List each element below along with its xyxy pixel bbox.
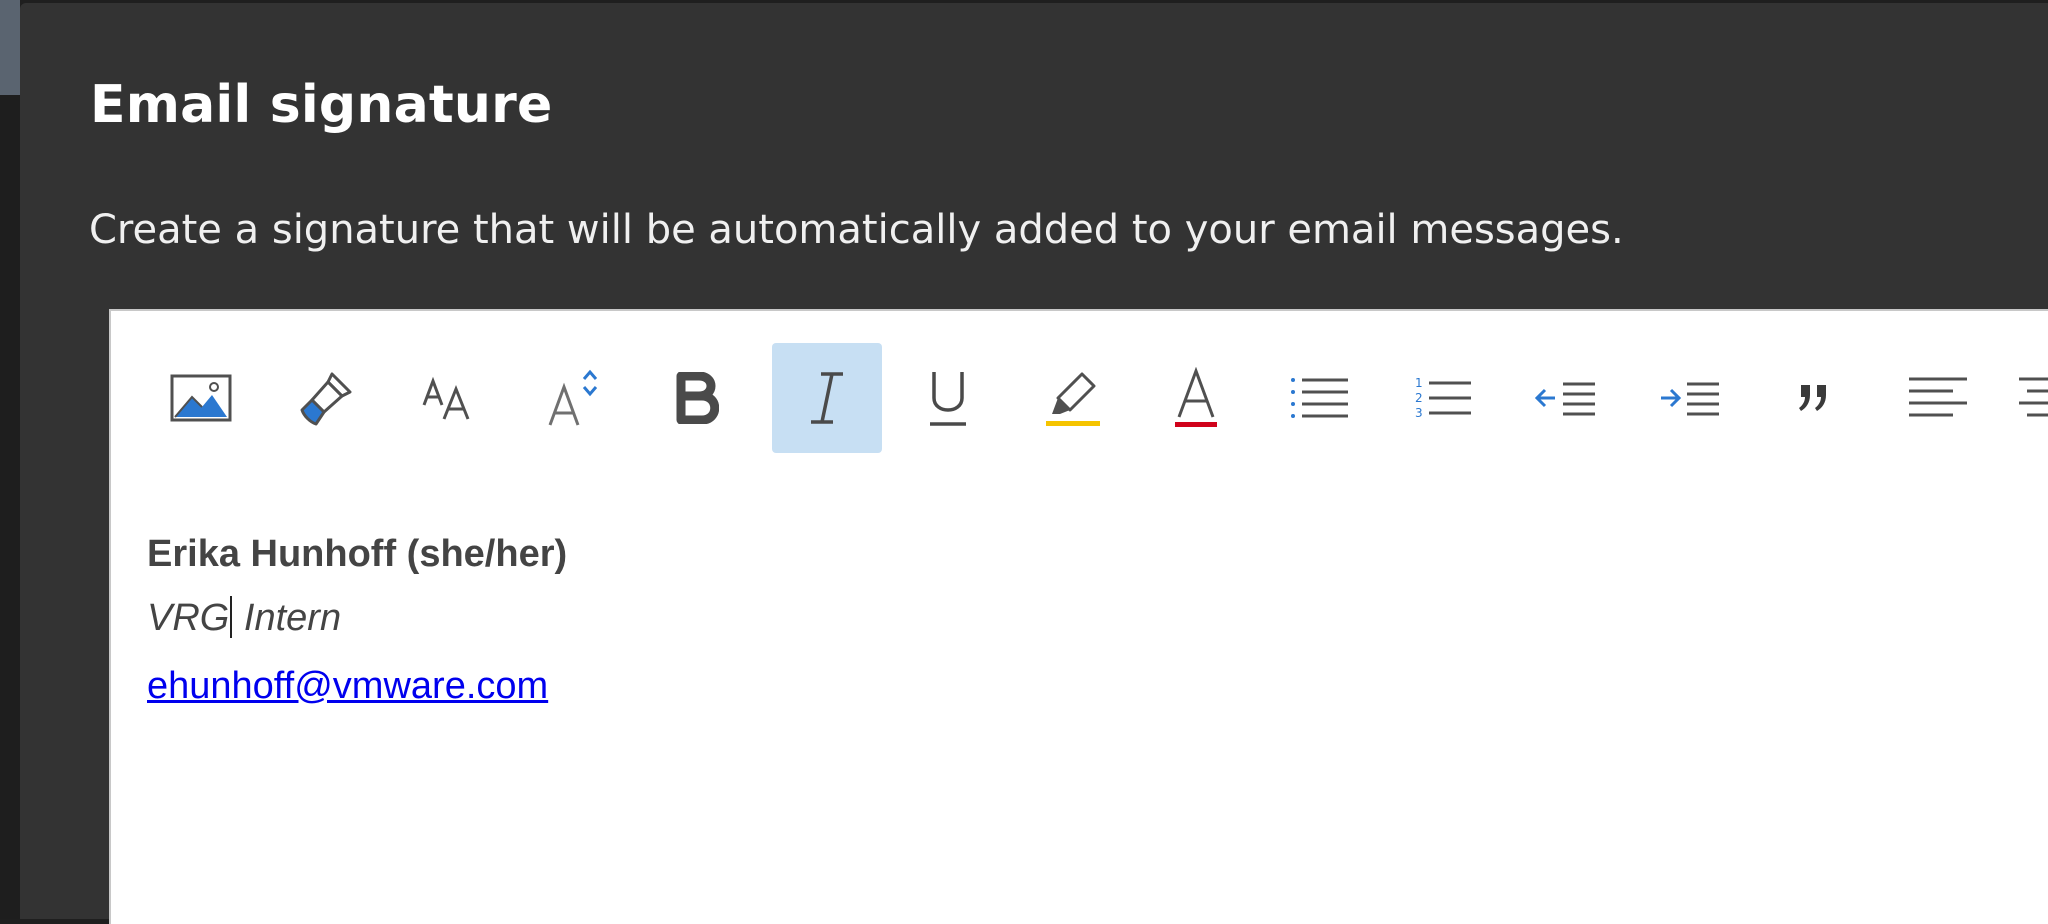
quote-icon xyxy=(1797,383,1831,413)
bold-button[interactable] xyxy=(642,343,752,453)
background-window-accent xyxy=(0,0,20,95)
formatting-toolbar: 1 2 3 xyxy=(111,311,2048,453)
picture-icon xyxy=(170,373,232,423)
dialog-description: Create a signature that will be automati… xyxy=(89,207,1624,253)
dialog-title: Email signature xyxy=(90,75,553,135)
paintbrush-icon xyxy=(294,368,356,428)
bold-icon xyxy=(675,372,719,424)
signature-role-prefix: VRG xyxy=(147,597,230,639)
quote-button[interactable] xyxy=(1759,343,1869,453)
font-size-button[interactable] xyxy=(518,343,628,453)
bullets-icon xyxy=(1290,377,1350,419)
align-center-icon xyxy=(2017,376,2048,420)
numbering-icon: 1 2 3 xyxy=(1415,375,1473,421)
signature-email-link[interactable]: ehunhoff@vmware.com xyxy=(147,665,548,708)
signature-name: Erika Hunhoff (she/her) xyxy=(147,533,568,575)
signature-editor[interactable]: 1 2 3 Erika Hunhoff (she/her) VRG Intern… xyxy=(109,309,2048,924)
svg-text:2: 2 xyxy=(1415,391,1423,405)
highlighter-icon xyxy=(1042,368,1102,428)
increase-indent-button[interactable] xyxy=(1635,343,1745,453)
bullets-button[interactable] xyxy=(1265,343,1375,453)
font-icon xyxy=(420,373,478,423)
font-button[interactable] xyxy=(394,343,504,453)
italic-icon xyxy=(807,370,847,426)
font-size-icon xyxy=(544,367,602,429)
highlight-button[interactable] xyxy=(1017,343,1127,453)
decrease-indent-button[interactable] xyxy=(1511,343,1621,453)
italic-button[interactable] xyxy=(772,343,882,453)
signature-role-suffix: Intern xyxy=(233,597,342,639)
underline-icon xyxy=(926,368,970,428)
format-painter-button[interactable] xyxy=(270,343,380,453)
numbering-button[interactable]: 1 2 3 xyxy=(1389,343,1499,453)
align-center-button[interactable] xyxy=(2003,343,2048,453)
align-left-icon xyxy=(1907,376,1969,420)
font-color-icon xyxy=(1173,367,1219,429)
svg-text:1: 1 xyxy=(1415,376,1423,390)
email-signature-dialog: Email signature Create a signature that … xyxy=(20,3,2048,924)
font-color-button[interactable] xyxy=(1141,343,1251,453)
align-left-button[interactable] xyxy=(1883,343,1993,453)
increase-indent-icon xyxy=(1659,380,1721,416)
underline-button[interactable] xyxy=(893,343,1003,453)
background-window xyxy=(0,0,20,919)
svg-text:3: 3 xyxy=(1415,406,1423,420)
signature-role: VRG Intern xyxy=(147,596,341,640)
decrease-indent-icon xyxy=(1535,380,1597,416)
insert-picture-button[interactable] xyxy=(146,343,256,453)
